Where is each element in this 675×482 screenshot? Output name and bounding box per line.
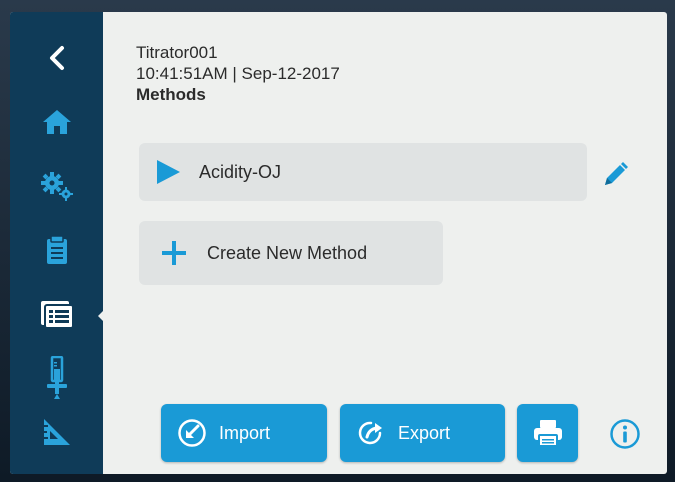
clipboard-icon <box>47 235 67 264</box>
calibrate-button[interactable] <box>37 412 77 452</box>
gears-icon <box>41 172 73 201</box>
export-icon <box>358 421 382 445</box>
plus-icon <box>162 241 186 265</box>
import-icon <box>178 419 206 447</box>
burette-icon <box>47 356 67 399</box>
page-title: Methods <box>136 85 206 104</box>
export-button[interactable]: Export <box>340 404 505 462</box>
home-button[interactable] <box>37 102 77 142</box>
create-new-method-button[interactable]: Create New Method <box>139 221 443 285</box>
info-button[interactable] <box>607 416 643 452</box>
edit-method-button[interactable] <box>598 158 632 192</box>
sidebar <box>10 12 103 474</box>
methods-list-icon <box>41 301 74 329</box>
method-item[interactable]: Acidity-OJ <box>139 143 587 201</box>
active-indicator <box>98 307 107 325</box>
clipboard-button[interactable] <box>37 230 77 270</box>
back-button[interactable] <box>37 38 77 78</box>
method-label: Acidity-OJ <box>199 161 282 182</box>
set-square-icon <box>44 419 70 445</box>
home-icon <box>43 110 71 134</box>
print-button[interactable] <box>517 404 578 462</box>
methods-button[interactable] <box>37 294 77 334</box>
create-method-label: Create New Method <box>207 242 368 263</box>
header: Titrator001 10:41:51AM | Sep-12-2017 Met… <box>136 42 340 105</box>
import-label: Import <box>219 422 271 443</box>
export-label: Export <box>398 422 451 443</box>
play-icon[interactable] <box>153 157 183 187</box>
settings-button[interactable] <box>37 166 77 206</box>
import-button[interactable]: Import <box>161 404 327 462</box>
chevron-left-icon <box>50 46 64 70</box>
screen: Titrator001 10:41:51AM | Sep-12-2017 Met… <box>10 12 667 474</box>
titrate-button[interactable] <box>37 352 77 404</box>
datetime: 10:41:51AM | Sep-12-2017 <box>136 64 340 83</box>
printer-icon <box>533 420 562 447</box>
pencil-icon <box>605 162 628 185</box>
device-name: Titrator001 <box>136 43 218 62</box>
info-icon <box>610 419 640 449</box>
